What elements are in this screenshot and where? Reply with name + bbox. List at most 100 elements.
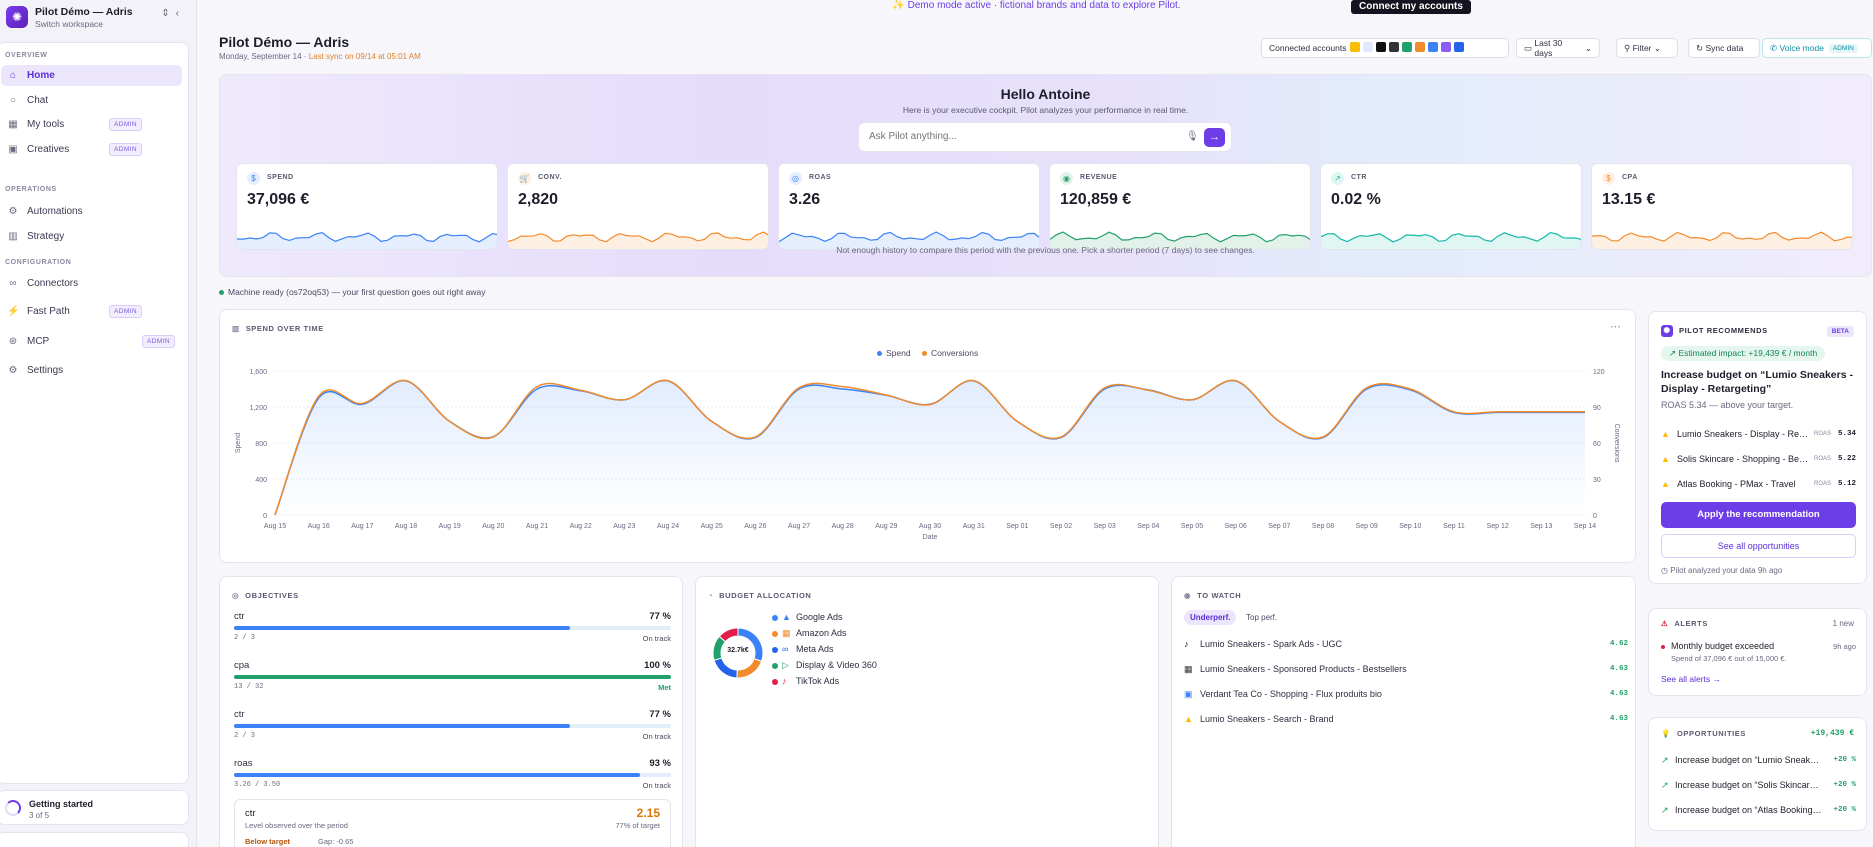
y2-tick-label: 30	[1593, 477, 1601, 484]
collapse-icon[interactable]: ‹	[176, 8, 185, 19]
kpi-card-spend[interactable]: $ SPEND 37,096 €	[236, 163, 498, 250]
sidebar-item-creatives[interactable]: ▣ Creatives ADMIN	[1, 139, 182, 160]
comparison-note: Not enough history to compare this perio…	[836, 245, 1255, 255]
see-all-alerts-link[interactable]: See all alerts →	[1661, 674, 1721, 684]
budget-row[interactable]: ♪ TikTok Ads 4,381 €	[772, 676, 1212, 690]
budget-row[interactable]: ▦ Amazon Ads 6,649 €	[772, 628, 1212, 642]
channel-logo-icon: ▲	[1184, 714, 1193, 724]
connect-accounts-button[interactable]: Connect my accounts	[1351, 0, 1471, 14]
budget-row[interactable]: ▲ Google Ads 9,940 €	[772, 612, 1212, 626]
opportunities-title: 💡 OPPORTUNITIES	[1661, 729, 1747, 738]
microphone-icon[interactable]: 🎙	[1186, 131, 1199, 142]
opportunity-row[interactable]: ↗ Increase budget on “Solis Skincare - S…	[1661, 780, 1856, 794]
see-opportunities-button[interactable]: See all opportunities	[1661, 534, 1856, 558]
kpi-card-roas[interactable]: ◎ ROAS 3.26	[778, 163, 1040, 250]
chat-icon: ○	[9, 95, 17, 106]
sidebar-item-chat[interactable]: ○ Chat	[1, 90, 182, 111]
sidebar-item-home[interactable]: ⌂ Home	[1, 65, 182, 86]
google-ads-icon: ▲	[1661, 429, 1670, 439]
workspace-switcher[interactable]: ✺ Pilot Démo — Adris Switch workspace ⇕‹	[0, 0, 197, 34]
kpi-value: 13.15 €	[1602, 191, 1656, 208]
x-tick-label: Aug 28	[832, 523, 854, 530]
sidebar-item-strategy[interactable]: ▥ Strategy	[1, 226, 182, 247]
kpi-card-revenue[interactable]: ◉ REVENUE 120,859 €	[1049, 163, 1311, 250]
objective-detail[interactable]: ctr Level observed over the period 2.15 …	[234, 799, 671, 847]
recommend-row[interactable]: ▲ Lumio Sneakers - Display - Retargeting…	[1661, 429, 1856, 443]
pie-icon: ◔	[708, 591, 714, 600]
kpi-card-ctr[interactable]: ↗ CTR 0.02 %	[1320, 163, 1582, 250]
watch-label: Lumio Sneakers - Search - Brand	[1200, 714, 1334, 724]
ask-pilot-input[interactable]	[869, 131, 1169, 142]
sidebar-item-automations[interactable]: ⚙ Automations	[1, 201, 182, 222]
x-tick-label: Aug 22	[570, 523, 592, 530]
x-tick-label: Sep 05	[1181, 523, 1203, 530]
recommend-headline: Increase budget on “Lumio Sneakers - Dis…	[1661, 369, 1853, 395]
connected-accounts[interactable]: Connected accounts	[1261, 38, 1509, 58]
opportunity-row[interactable]: ↗ Increase budget on “Lumio Sneakers - D…	[1661, 755, 1856, 769]
x-tick-label: Sep 10	[1399, 523, 1421, 530]
objectives-title: ◎ OBJECTIVES	[232, 591, 299, 600]
impact-badge: ↗ Estimated impact: +19,439 € / month	[1661, 346, 1826, 361]
settings-icon: ⚙	[8, 365, 18, 376]
filter-button[interactable]: ⚲ Filter ⌄	[1616, 38, 1678, 58]
donut-center: 32.7k€	[727, 647, 749, 654]
objective-bar-fill	[234, 675, 671, 679]
nav-panel: OVERVIEW ⌂ Home ○ Chat ▦ My tools ADMIN ▣ Cre…	[0, 42, 189, 784]
recommend-row[interactable]: ▲ Atlas Booking - PMax - Travel ROAS 5.1…	[1661, 479, 1856, 493]
machine-status: Machine ready (os72oq53) — your first qu…	[219, 287, 486, 297]
recommend-row[interactable]: ▲ Solis Skincare - Shopping - Bestseller…	[1661, 454, 1856, 468]
channel-logo-icon: ∞	[782, 644, 789, 654]
workspace-name: Pilot Démo — Adris	[35, 5, 133, 18]
watch-row[interactable]: ▣ Verdant Tea Co - Shopping - Flux produ…	[1184, 689, 1628, 703]
opportunity-value: +20 %	[1833, 806, 1856, 814]
sync-data-button[interactable]: ↻ Sync data	[1688, 38, 1760, 58]
objective-progress: 2 / 3	[234, 634, 256, 642]
alert-item[interactable]: Monthly budget exceeded 9h ago	[1661, 641, 1856, 651]
budget-row[interactable]: ▷ Display & Video 360 5,334 €	[772, 660, 1212, 674]
x-tick-label: Sep 13	[1530, 523, 1552, 530]
sidebar-item-settings[interactable]: ⚙ Settings	[1, 360, 182, 381]
apply-recommendation-button[interactable]: Apply the recommendation	[1661, 502, 1856, 528]
objectives-card: ◎ OBJECTIVES ctr 77 % 2 / 3 On track cpa 1…	[219, 576, 683, 847]
send-button[interactable]: →	[1204, 128, 1225, 147]
account-logos	[1347, 42, 1464, 54]
hero-panel: Hello Antoine Here is your executive coc…	[219, 74, 1872, 277]
switch-icon[interactable]: ⇕	[161, 8, 175, 19]
kpi-label: CPA	[1622, 174, 1638, 181]
sidebar-item-mcp[interactable]: ⊛ MCP ADMIN	[1, 331, 182, 352]
eye-icon: ◉	[1184, 591, 1192, 600]
link-icon: ∞	[9, 278, 17, 289]
x-tick-label: Sep 01	[1006, 523, 1028, 530]
budget-row[interactable]: ∞ Meta Ads 6,418 €	[772, 644, 1212, 658]
budget-label: Meta Ads	[796, 644, 834, 654]
kpi-card-cpa[interactable]: $ CPA 13.15 €	[1591, 163, 1853, 250]
getting-started-progress: 3 of 5	[29, 811, 50, 820]
watch-row[interactable]: ▲ Lumio Sneakers - Search - Brand 4.63	[1184, 714, 1628, 728]
getting-started-title: Getting started	[29, 799, 94, 809]
tab-underperf[interactable]: Underperf.	[1184, 610, 1237, 625]
voice-mode-button[interactable]: ✆ Voice mode ADMIN	[1762, 38, 1872, 58]
sidebar-item-fast-path[interactable]: ⚡ Fast Path ADMIN	[1, 301, 182, 322]
donut-slice	[736, 658, 763, 679]
sidebar-item-my-tools[interactable]: ▦ My tools ADMIN	[1, 114, 182, 135]
sidebar-item-connectors[interactable]: ∞ Connectors	[1, 273, 182, 294]
objective-bar	[234, 626, 671, 630]
x-tick-label: Sep 12	[1487, 523, 1509, 530]
admin-badge: ADMIN	[109, 305, 142, 318]
watch-row[interactable]: ▦ Lumio Sneakers - Sponsored Products - …	[1184, 664, 1628, 678]
period-select[interactable]: ▭ Last 30 days ⌄	[1516, 38, 1600, 58]
mcp-icon: ⊛	[8, 336, 18, 347]
channel-logo-icon: ▷	[782, 660, 789, 670]
objective-status: On track	[642, 634, 671, 643]
watch-label: Lumio Sneakers - Spark Ads - UGC	[1200, 639, 1343, 649]
cog-icon: ⚙	[8, 206, 18, 217]
getting-started[interactable]: Getting started 3 of 5	[0, 790, 189, 825]
watch-row[interactable]: ♪ Lumio Sneakers - Spark Ads - UGC 4.62	[1184, 639, 1628, 653]
opportunity-row[interactable]: ↗ Increase budget on “Atlas Booking - PM…	[1661, 805, 1856, 819]
kpi-card-conv[interactable]: 🛒 CONV. 2,820	[507, 163, 769, 250]
x-tick-label: Aug 18	[395, 523, 417, 530]
tab-top-perf[interactable]: Top perf.	[1240, 610, 1283, 625]
user-row[interactable]	[0, 832, 189, 847]
recommend-sub: ROAS 5.34 — above your target.	[1661, 400, 1794, 410]
budget-label: Google Ads	[796, 612, 843, 622]
